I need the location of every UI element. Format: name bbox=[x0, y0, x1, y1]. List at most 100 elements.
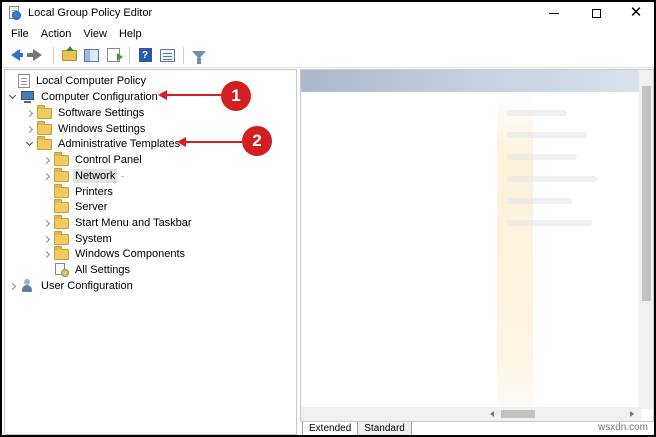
watermark: wsxdn.com bbox=[597, 422, 648, 433]
tree-label: Local Computer Policy bbox=[36, 75, 147, 87]
tree-label: Administrative Templates bbox=[58, 138, 181, 150]
chevron-right-icon[interactable] bbox=[41, 215, 51, 231]
minimize-icon bbox=[549, 12, 559, 14]
toolbar: ? bbox=[2, 43, 654, 68]
tree-node-server[interactable]: Server bbox=[41, 198, 109, 215]
chevron-right-icon[interactable] bbox=[41, 246, 51, 262]
tree-label: Control Panel bbox=[75, 154, 142, 166]
toolbar-separator bbox=[129, 46, 130, 64]
chevron-right-icon[interactable] bbox=[24, 105, 34, 121]
back-arrow-icon bbox=[10, 49, 23, 61]
tree-node-printers[interactable]: Printers bbox=[41, 183, 115, 200]
tree-label: Printers bbox=[75, 186, 113, 198]
tree-node-control-panel[interactable]: Control Panel bbox=[41, 151, 144, 168]
forward-button[interactable] bbox=[26, 46, 46, 64]
tree-node-computer-configuration[interactable]: Computer Configuration bbox=[7, 89, 160, 105]
vertical-scrollbar[interactable] bbox=[639, 70, 653, 409]
tree-label: All Settings bbox=[75, 264, 131, 276]
export-icon bbox=[106, 48, 123, 62]
chevron-right-icon[interactable] bbox=[7, 278, 17, 294]
tree-label: Server bbox=[75, 201, 108, 213]
blurred-row bbox=[507, 154, 577, 160]
tree-label: Start Menu and Taskbar bbox=[75, 217, 192, 229]
up-folder-icon bbox=[61, 45, 77, 61]
console-tree-icon bbox=[83, 48, 99, 62]
details-pane[interactable] bbox=[300, 69, 654, 422]
tree-label: Windows Components bbox=[75, 248, 186, 260]
tree-label-selected: Network bbox=[73, 169, 118, 183]
folder-icon bbox=[54, 167, 69, 182]
tree-label: System bbox=[75, 233, 112, 245]
forward-arrow-icon bbox=[26, 49, 42, 61]
tree-label: Software Settings bbox=[58, 107, 145, 119]
filter-icon bbox=[192, 51, 206, 64]
console-tree[interactable]: Local Computer Policy Computer Configura… bbox=[4, 69, 297, 435]
menu-bar: File Action View Help bbox=[2, 24, 654, 43]
help-icon: ? bbox=[138, 48, 152, 62]
tree-node-administrative-templates[interactable]: Administrative Templates bbox=[24, 135, 182, 152]
folder-icon bbox=[54, 245, 69, 260]
maximize-icon bbox=[591, 8, 601, 18]
gpedit-app-icon bbox=[8, 6, 22, 20]
properties-button[interactable] bbox=[158, 46, 176, 64]
all-settings-icon bbox=[54, 263, 69, 277]
close-button[interactable]: ✕ bbox=[614, 2, 654, 24]
tree-node-all-settings[interactable]: All Settings bbox=[41, 262, 132, 278]
back-button[interactable] bbox=[6, 46, 24, 64]
chevron-down-icon[interactable] bbox=[7, 89, 17, 105]
tree-node-local-computer-policy[interactable]: Local Computer Policy bbox=[5, 73, 148, 89]
tree-label: Computer Configuration bbox=[41, 91, 158, 103]
chevron-right-icon[interactable] bbox=[24, 121, 34, 137]
menu-help[interactable]: Help bbox=[113, 28, 148, 40]
menu-action[interactable]: Action bbox=[35, 28, 78, 40]
folder-icon bbox=[54, 198, 69, 213]
vertical-scroll-thumb[interactable] bbox=[642, 86, 651, 301]
close-icon: ✕ bbox=[629, 4, 643, 21]
tree-node-user-configuration[interactable]: User Configuration bbox=[7, 278, 135, 294]
title-bar: Local Group Policy Editor ✕ bbox=[2, 2, 654, 24]
tree-label: Windows Settings bbox=[58, 123, 146, 135]
chevron-right-icon[interactable] bbox=[41, 231, 51, 247]
tree-node-system[interactable]: System bbox=[41, 230, 114, 247]
menu-file[interactable]: File bbox=[5, 28, 35, 40]
chevron-right-icon[interactable] bbox=[41, 168, 51, 184]
view-tabs: Extended Standard bbox=[302, 422, 412, 435]
horizontal-scrollbar[interactable] bbox=[301, 407, 641, 421]
export-list-button[interactable] bbox=[104, 46, 123, 64]
help-button[interactable]: ? bbox=[136, 46, 154, 64]
tree-node-software-settings[interactable]: Software Settings bbox=[24, 104, 146, 121]
callout-arrow-line bbox=[184, 141, 242, 143]
blurred-row bbox=[507, 132, 587, 138]
toolbar-separator bbox=[53, 46, 54, 64]
menu-view[interactable]: View bbox=[77, 28, 113, 40]
blurred-content bbox=[497, 94, 533, 412]
minimize-button[interactable] bbox=[532, 2, 576, 24]
computer-icon bbox=[20, 90, 35, 104]
folder-icon bbox=[37, 120, 52, 135]
tree-node-windows-settings[interactable]: Windows Settings bbox=[24, 120, 147, 137]
blurred-row bbox=[507, 110, 567, 116]
folder-icon bbox=[54, 214, 69, 229]
scroll-right-icon[interactable] bbox=[630, 411, 634, 417]
horizontal-scroll-thumb[interactable] bbox=[501, 410, 535, 418]
tab-extended[interactable]: Extended bbox=[302, 422, 359, 435]
scroll-left-icon[interactable] bbox=[490, 411, 494, 417]
show-hide-console-tree-button[interactable] bbox=[82, 46, 100, 64]
toolbar-separator bbox=[183, 46, 184, 64]
user-icon bbox=[20, 279, 35, 293]
folder-icon bbox=[54, 183, 69, 198]
chevron-right-icon[interactable] bbox=[41, 152, 51, 168]
tab-standard[interactable]: Standard bbox=[358, 422, 412, 435]
maximize-button[interactable] bbox=[574, 2, 618, 24]
callout-badge-2: 2 bbox=[242, 126, 272, 156]
properties-icon bbox=[159, 48, 175, 62]
chevron-down-icon[interactable] bbox=[24, 136, 34, 152]
tree-node-network[interactable]: Network · bbox=[41, 167, 124, 184]
up-one-level-button[interactable] bbox=[60, 45, 78, 64]
tree-node-start-menu-taskbar[interactable]: Start Menu and Taskbar bbox=[41, 214, 194, 231]
folder-icon bbox=[37, 104, 52, 119]
blurred-row bbox=[507, 220, 592, 226]
app-window: Local Group Policy Editor ✕ File Action … bbox=[0, 0, 656, 437]
tree-node-windows-components[interactable]: Windows Components bbox=[41, 245, 187, 262]
filter-options-button[interactable] bbox=[190, 46, 208, 64]
